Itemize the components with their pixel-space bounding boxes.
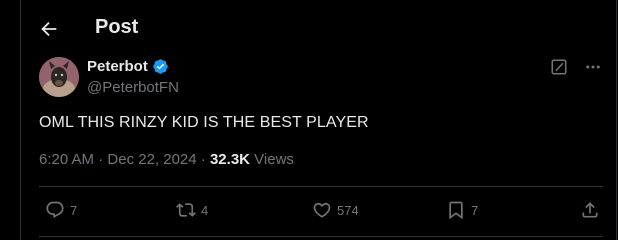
reply-button[interactable]: 7 (45, 200, 77, 220)
views-count: 32.3K (209, 151, 250, 168)
heart-icon (313, 202, 331, 218)
post-date[interactable]: Dec 22, 2024 (107, 151, 196, 168)
post-time[interactable]: 6:20 AM (39, 151, 94, 168)
bookmark-icon (449, 201, 463, 220)
grok-icon[interactable] (550, 58, 568, 76)
page-title: Post (95, 16, 139, 38)
meta-separator: · (98, 151, 108, 168)
more-options-icon[interactable] (584, 58, 602, 76)
repost-icon (176, 203, 196, 217)
avatar[interactable] (39, 57, 79, 97)
share-button[interactable] (580, 200, 600, 220)
like-button[interactable]: 574 (312, 200, 359, 220)
reply-count: 7 (70, 202, 78, 218)
divider (39, 186, 603, 187)
verified-badge-icon[interactable] (152, 58, 169, 75)
reply-icon (46, 201, 64, 219)
post-detail-panel: Post Peterbot @PeterbotFN OML THIS RINZY… (20, 0, 617, 240)
bookmark-button[interactable]: 7 (446, 200, 478, 220)
header: Post (21, 0, 616, 58)
arrow-left-icon[interactable] (38, 18, 60, 40)
views-label: Views (254, 151, 294, 168)
divider (39, 236, 603, 237)
share-icon (582, 202, 598, 218)
author-row: Peterbot (87, 58, 169, 75)
author-handle[interactable]: @PeterbotFN (87, 79, 179, 96)
meta-separator: · (200, 151, 210, 168)
like-count: 574 (337, 202, 359, 218)
author-name[interactable]: Peterbot (87, 58, 148, 75)
bookmark-count: 7 (471, 202, 479, 218)
repost-count: 4 (201, 202, 209, 218)
repost-button[interactable]: 4 (176, 200, 208, 220)
post-top-actions (550, 58, 602, 76)
post-text: OML THIS RINZY KID IS THE BEST PLAYER (39, 114, 369, 131)
post-meta: 6:20 AM · Dec 22, 2024 · 32.3K Views (39, 151, 294, 168)
